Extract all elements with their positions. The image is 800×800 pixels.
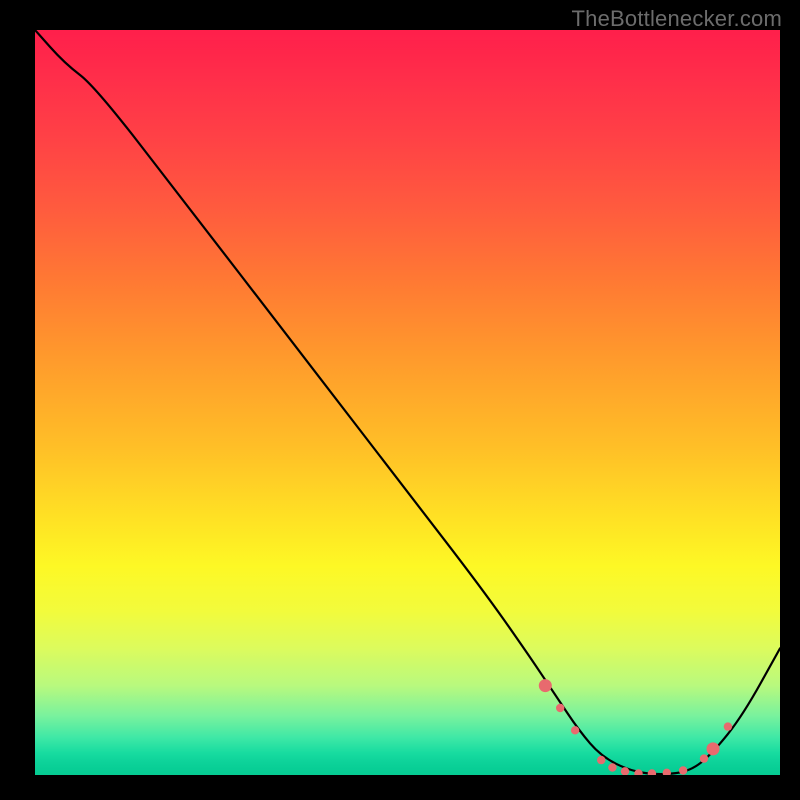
chart-frame: TheBottlenecker.com (0, 0, 800, 800)
curve-layer (35, 30, 780, 775)
highlight-point (597, 756, 605, 764)
marker-group (539, 679, 732, 775)
attribution-text: TheBottlenecker.com (572, 6, 782, 32)
highlight-point (663, 769, 671, 775)
highlight-point (707, 742, 720, 755)
highlight-point (571, 726, 579, 734)
highlight-point (539, 679, 552, 692)
highlight-point (556, 704, 564, 712)
highlight-point (724, 722, 732, 730)
bottleneck-curve (35, 30, 780, 774)
highlight-point (700, 754, 708, 762)
highlight-point (679, 766, 687, 774)
highlight-point (608, 763, 616, 771)
highlight-point (648, 769, 656, 775)
plot-area (35, 30, 780, 775)
